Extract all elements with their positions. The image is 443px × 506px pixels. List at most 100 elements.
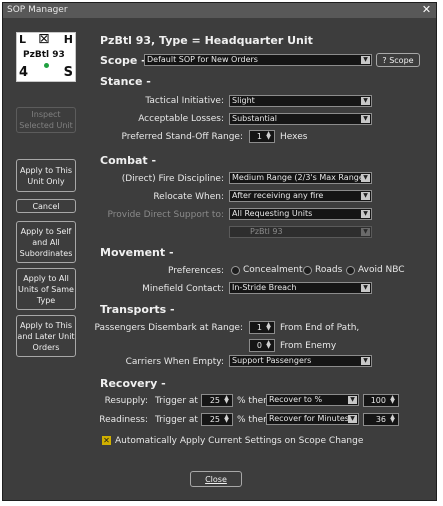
resupply-label: Resupply:: [104, 396, 148, 406]
scope-select[interactable]: Default SOP for New Orders ▼: [144, 54, 372, 66]
standoff-unit: Hexes: [280, 132, 308, 142]
chevron-down-icon: ▼: [361, 284, 370, 292]
relocate-select[interactable]: After receiving any fire ▼: [229, 190, 372, 202]
apply-all-same-type-button[interactable]: Apply to All Units of Same Type: [16, 268, 76, 310]
readiness-trigger-value: 25: [209, 415, 220, 424]
disembark-enemy-value: 0: [256, 341, 262, 350]
minefield-label: Minefield Contact:: [142, 284, 224, 294]
readiness-trigger-label: Trigger at: [155, 415, 198, 425]
resupply-amount-stepper[interactable]: 100 ▲ ▼: [363, 394, 399, 407]
readiness-amount-stepper[interactable]: 36 ▲ ▼: [363, 413, 399, 426]
cancel-button[interactable]: Cancel: [16, 199, 76, 213]
readiness-then-label: % then: [237, 415, 269, 425]
disembark-label: Passengers Disembark at Range:: [94, 323, 243, 333]
losses-label: Acceptable Losses:: [138, 114, 224, 124]
relocate-label: Relocate When:: [153, 192, 224, 202]
readiness-label: Readiness:: [99, 415, 148, 425]
chevron-down-icon: ▼: [348, 396, 357, 404]
disembark-path-value: 1: [256, 323, 262, 332]
apply-self-subordinates-button[interactable]: Apply to Self and All Subordinates: [16, 221, 76, 263]
status-dot-icon: [44, 63, 49, 68]
spinner-arrows-icon[interactable]: ▲ ▼: [264, 322, 273, 332]
readiness-action-select[interactable]: Recover for Minutes ▼: [266, 413, 359, 425]
unit-counter: L H ⊠ PzBtl 93 4 S: [16, 31, 76, 82]
concealment-radio[interactable]: [231, 266, 240, 275]
initiative-select[interactable]: Slight ▼: [229, 95, 372, 107]
spinner-arrows-icon[interactable]: ▲ ▼: [264, 340, 273, 350]
counter-top-right: H: [63, 33, 73, 46]
stance-heading: Stance -: [100, 75, 151, 88]
from-end-of-path-label: From End of Path,: [280, 323, 360, 333]
close-button[interactable]: Close: [190, 471, 242, 487]
initiative-label: Tactical Initiative:: [145, 96, 224, 106]
standoff-stepper[interactable]: 1 ▲ ▼: [249, 130, 275, 143]
window-title: SOP Manager: [7, 5, 68, 15]
support-label: Provide Direct Support to:: [107, 210, 224, 220]
title-bar: SOP Manager ✕: [3, 3, 436, 18]
resupply-trigger-value: 25: [209, 396, 220, 405]
spinner-arrows-icon[interactable]: ▲ ▼: [222, 395, 231, 405]
spinner-arrows-icon[interactable]: ▲ ▼: [388, 414, 397, 424]
losses-select[interactable]: Substantial ▼: [229, 113, 372, 125]
support-unit-select: PzBtl 93 ▼: [229, 226, 372, 238]
chevron-down-icon: ▼: [361, 192, 370, 200]
chevron-down-icon: ▼: [361, 174, 370, 182]
resupply-action-value: Recover to %: [269, 395, 323, 404]
resupply-trigger-stepper[interactable]: 25 ▲ ▼: [201, 394, 233, 407]
resupply-then-label: % then: [237, 396, 269, 406]
chevron-down-icon: ▼: [361, 210, 370, 218]
fire-discipline-select[interactable]: Medium Range (2/3's Max Range) ▼: [229, 172, 372, 184]
spinner-arrows-icon[interactable]: ▲ ▼: [222, 414, 231, 424]
chevron-down-icon: ▼: [361, 357, 370, 365]
support-value: All Requesting Units: [232, 209, 313, 218]
fire-discipline-value: Medium Range (2/3's Max Range): [232, 173, 367, 182]
page-title: PzBtl 93, Type = Headquarter Unit: [100, 34, 313, 47]
chevron-down-icon: ▼: [361, 56, 370, 64]
counter-unit-name: PzBtl 93: [23, 50, 65, 60]
carriers-select[interactable]: Support Passengers ▼: [229, 355, 372, 367]
auto-apply-label: Automatically Apply Current Settings on …: [115, 436, 364, 446]
standoff-value: 1: [256, 132, 262, 141]
relocate-value: After receiving any fire: [232, 191, 324, 200]
auto-apply-checkbox[interactable]: ✕: [102, 436, 111, 445]
support-unit-value: PzBtl 93: [250, 227, 283, 236]
disembark-path-stepper[interactable]: 1 ▲ ▼: [249, 321, 275, 334]
roads-option: Roads: [315, 265, 343, 275]
from-enemy-label: From Enemy: [280, 341, 337, 351]
roads-radio[interactable]: [303, 266, 312, 275]
disembark-enemy-stepper[interactable]: 0 ▲ ▼: [249, 339, 275, 352]
carriers-label: Carriers When Empty:: [125, 357, 224, 367]
inspect-selected-unit-button: Inspect Selected Unit: [16, 107, 76, 133]
counter-bottom-left: 4: [19, 65, 29, 80]
chevron-down-icon: ▼: [361, 97, 370, 105]
hq-unit-symbol-icon: ⊠: [38, 31, 50, 47]
concealment-option: Concealment: [243, 265, 303, 275]
readiness-trigger-stepper[interactable]: 25 ▲ ▼: [201, 413, 233, 426]
support-select[interactable]: All Requesting Units ▼: [229, 208, 372, 220]
avoid-nbc-option: Avoid NBC: [358, 265, 405, 275]
preferences-label: Preferences:: [168, 266, 224, 276]
resupply-amount-value: 100: [370, 396, 386, 405]
apply-later-orders-button[interactable]: Apply to This and Later Unit Orders: [16, 315, 76, 357]
combat-heading: Combat -: [100, 154, 157, 167]
readiness-action-value: Recover for Minutes: [269, 414, 349, 423]
avoid-nbc-radio[interactable]: [346, 266, 355, 275]
resupply-action-select[interactable]: Recover to % ▼: [266, 394, 359, 406]
apply-this-unit-button[interactable]: Apply to This Unit Only: [16, 159, 76, 192]
minefield-select[interactable]: In-Stride Breach ▼: [229, 282, 372, 294]
initiative-value: Slight: [232, 96, 255, 105]
counter-bottom-right: S: [63, 65, 73, 80]
recovery-heading: Recovery -: [100, 377, 166, 390]
movement-heading: Movement -: [100, 246, 174, 259]
counter-top-left: L: [19, 33, 27, 46]
scope-help-button[interactable]: ? Scope: [376, 53, 420, 67]
spinner-arrows-icon[interactable]: ▲ ▼: [264, 131, 273, 141]
spinner-arrows-icon[interactable]: ▲ ▼: [388, 395, 397, 405]
transports-heading: Transports -: [100, 303, 175, 316]
readiness-amount-value: 36: [375, 415, 386, 424]
chevron-down-icon: ▼: [361, 115, 370, 123]
close-icon[interactable]: ✕: [421, 4, 432, 16]
scope-select-value: Default SOP for New Orders: [147, 55, 258, 64]
fire-discipline-label: (Direct) Fire Discipline:: [121, 174, 224, 184]
carriers-value: Support Passengers: [232, 356, 312, 365]
